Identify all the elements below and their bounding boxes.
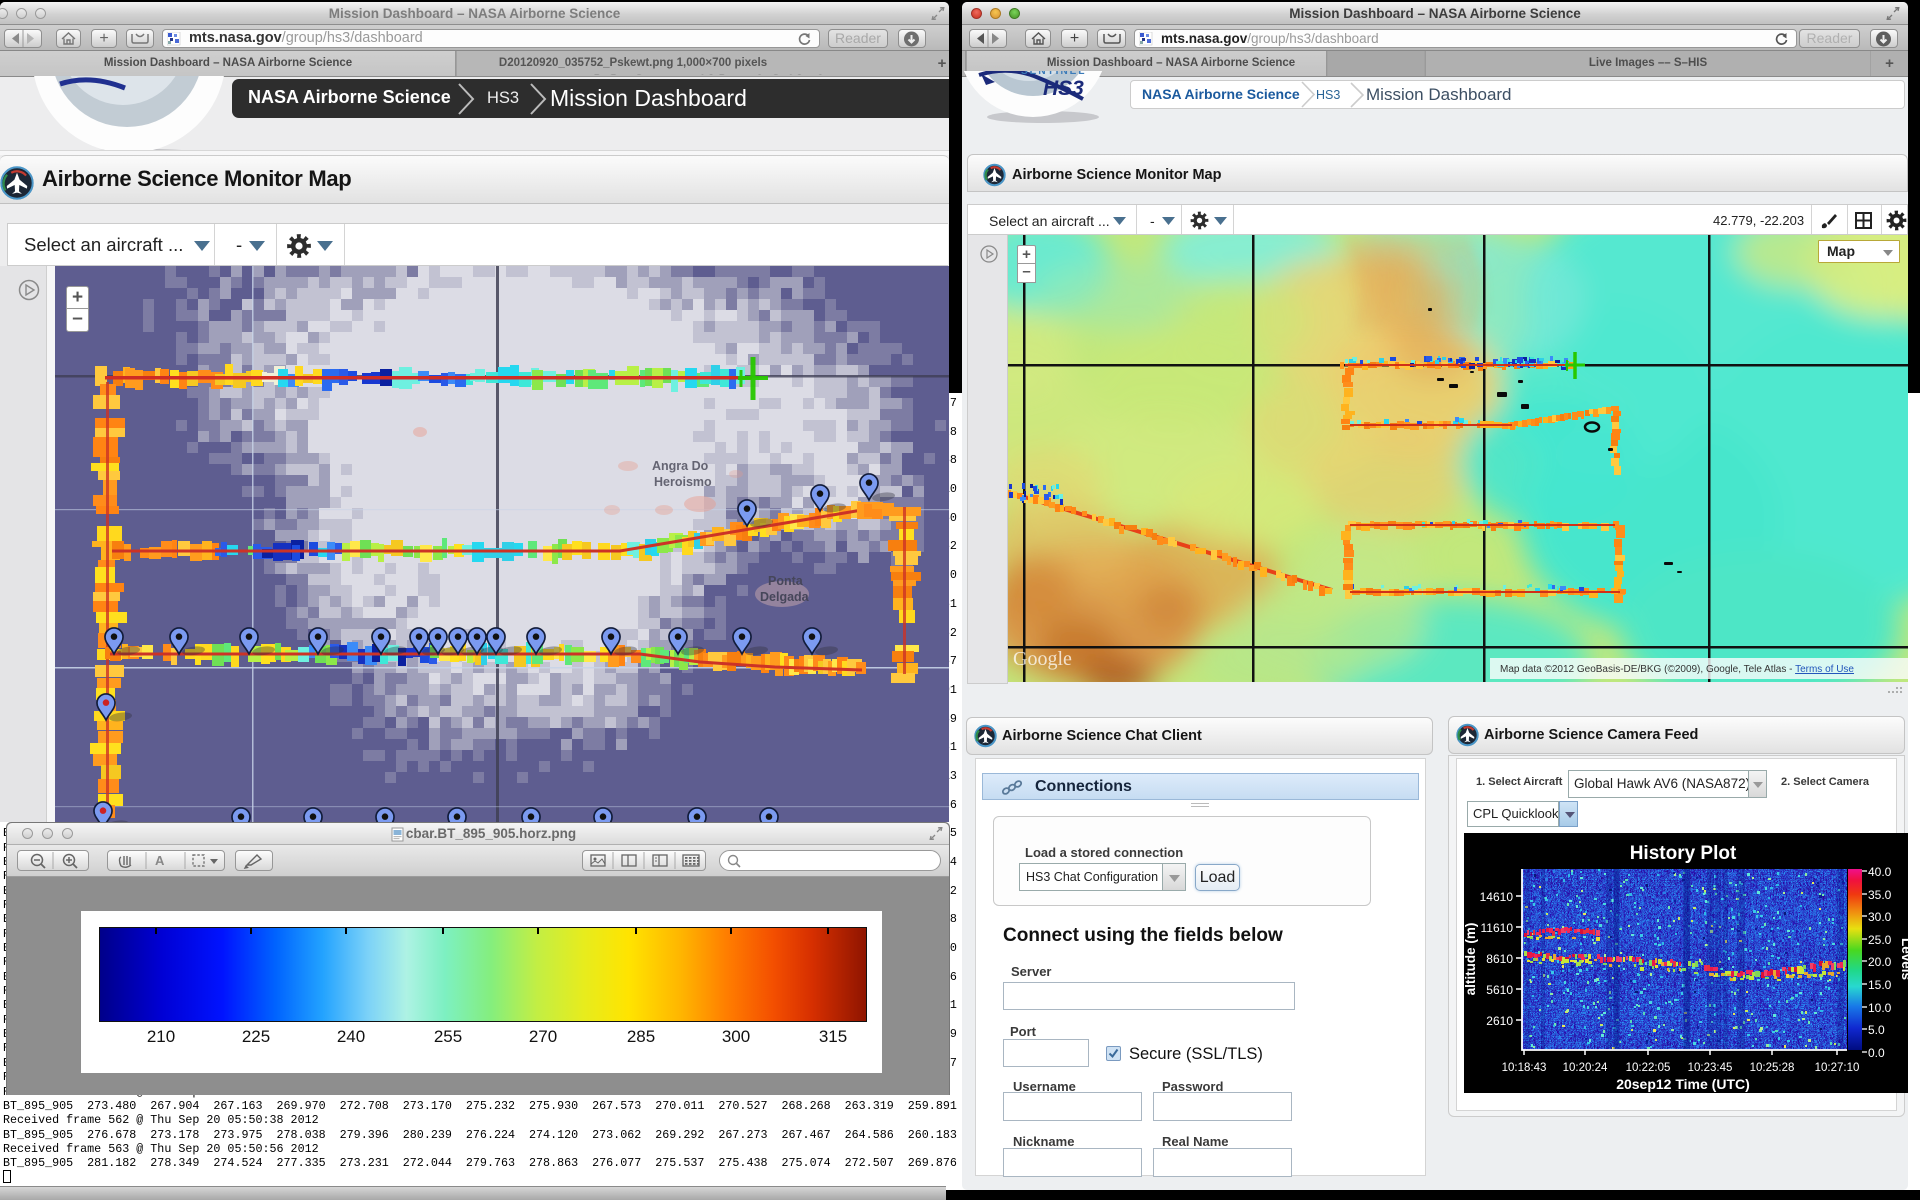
svg-text:11610: 11610 xyxy=(1481,921,1514,935)
svg-text:40.0: 40.0 xyxy=(1868,865,1892,879)
svg-text:Ponta: Ponta xyxy=(768,574,804,588)
svg-text:10:20:24: 10:20:24 xyxy=(1563,1062,1608,1074)
svg-text:14610: 14610 xyxy=(1480,890,1514,904)
svg-text:A: A xyxy=(155,853,165,868)
svg-text:Map data ©2012 GeoBasis-DE/BKG: Map data ©2012 GeoBasis-DE/BKG (©2009), … xyxy=(1500,664,1854,675)
svg-text:20sep12 Time (UTC): 20sep12 Time (UTC) xyxy=(1616,1076,1750,1092)
svg-text:Angra Do: Angra Do xyxy=(652,459,709,473)
svg-text:SENTINEL: SENTINEL xyxy=(1021,71,1086,77)
svg-text:0.0: 0.0 xyxy=(1868,1046,1885,1060)
svg-text:10:25:28: 10:25:28 xyxy=(1750,1062,1795,1074)
svg-text:altitude (m): altitude (m) xyxy=(1464,923,1478,996)
svg-text:10.0: 10.0 xyxy=(1868,1001,1892,1015)
svg-text:History Plot: History Plot xyxy=(1630,843,1737,864)
svg-text:Levels: Levels xyxy=(1899,938,1908,980)
svg-text:5.0: 5.0 xyxy=(1868,1023,1885,1037)
svg-text:30.0: 30.0 xyxy=(1868,910,1892,924)
svg-text:HS3: HS3 xyxy=(1043,77,1084,100)
svg-text:20.0: 20.0 xyxy=(1868,955,1892,969)
svg-text:Google: Google xyxy=(1013,648,1072,670)
svg-text:5610: 5610 xyxy=(1486,983,1513,997)
svg-text:Delgada: Delgada xyxy=(760,590,810,604)
svg-text:10:18:43: 10:18:43 xyxy=(1502,1062,1547,1074)
svg-text:2610: 2610 xyxy=(1486,1014,1513,1028)
svg-text:15.0: 15.0 xyxy=(1868,978,1892,992)
svg-text:10:23:45: 10:23:45 xyxy=(1688,1062,1733,1074)
svg-text:25.0: 25.0 xyxy=(1868,933,1892,947)
svg-text:10:27:10: 10:27:10 xyxy=(1815,1062,1860,1074)
svg-text:8610: 8610 xyxy=(1486,952,1513,966)
svg-text:35.0: 35.0 xyxy=(1868,888,1892,902)
svg-text:Heroismo: Heroismo xyxy=(654,475,712,489)
svg-text:10:22:05: 10:22:05 xyxy=(1626,1062,1671,1074)
